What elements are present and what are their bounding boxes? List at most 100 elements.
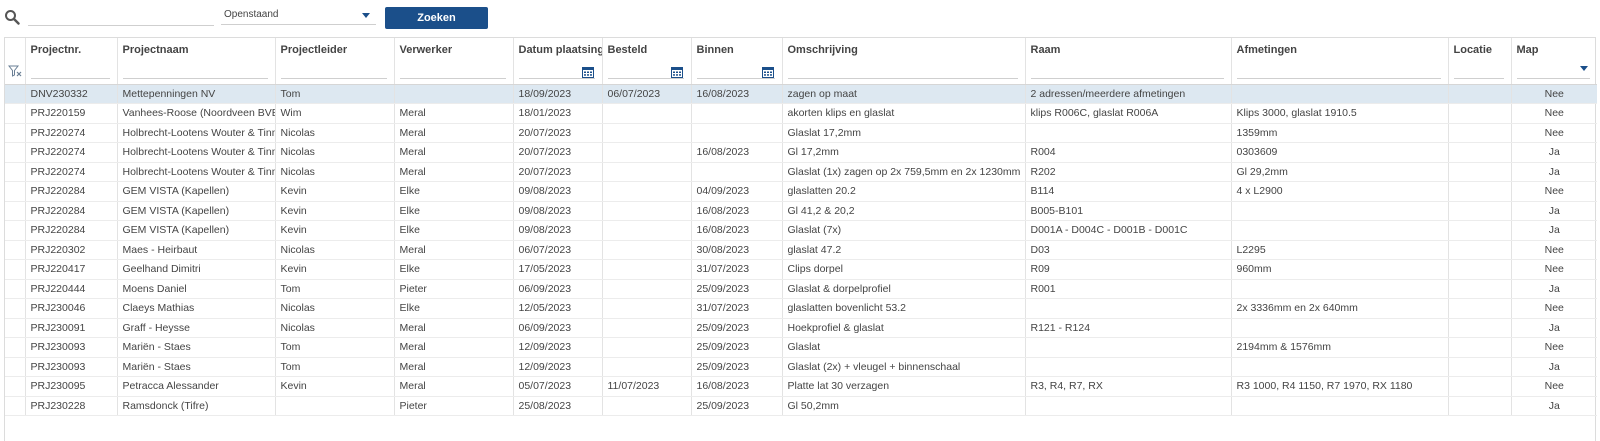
calendar-icon[interactable] [761, 66, 774, 78]
table-cell-projectnr: PRJ230093 [25, 357, 118, 377]
column-filter-input[interactable] [518, 77, 595, 79]
row-indicator-cell [5, 84, 26, 104]
column-header-omschrijving[interactable]: Omschrijving [782, 38, 1026, 85]
table-cell-omschrijving: Glaslat 17,2mm [782, 123, 1026, 143]
column-header-map[interactable]: Map [1511, 38, 1597, 85]
table-row[interactable]: PRJ230095 Petracca Alessander Kevin Meral 05… [5, 376, 1597, 397]
table-cell-besteld [602, 123, 692, 143]
column-header-raam[interactable]: Raam [1025, 38, 1232, 85]
column-filter-input[interactable] [787, 77, 1018, 79]
table-cell-verwerker: Meral [394, 376, 514, 397]
column-filter-input[interactable] [280, 77, 387, 79]
table-cell-projectleider: Tom [275, 279, 395, 299]
table-cell-binnen: 25/09/2023 [691, 337, 783, 358]
table-cell-binnen: 25/09/2023 [691, 279, 783, 299]
column-header-label: Map [1516, 44, 1539, 56]
row-indicator-cell [5, 259, 26, 280]
table-cell-map: Ja [1511, 279, 1597, 299]
column-header-projectleider[interactable]: Projectleider [275, 38, 395, 85]
table-row[interactable]: PRJ230046 Claeys Mathias Nicolas Elke 12/05/… [5, 298, 1597, 319]
table-cell-binnen: 25/09/2023 [691, 318, 783, 338]
table-cell-projectnaam: Vanhees-Roose (Noordveen BVBA) [117, 103, 276, 124]
table-cell-binnen: 31/07/2023 [691, 259, 783, 280]
table-row[interactable]: PRJ220274 Holbrecht-Lootens Wouter & Tin n… [5, 142, 1597, 163]
table-cell-besteld: 11/07/2023 [602, 376, 692, 397]
table-cell-projectnaam: Claeys Mathias [117, 298, 276, 319]
table-cell-projectnaam: Holbrecht-Lootens Wouter & Tinneke [117, 162, 276, 182]
column-header-projectnr[interactable]: Projectnr. [25, 38, 118, 85]
table-row[interactable]: PRJ220159 Vanhees-Roose (Noordveen BVBA) W… [5, 103, 1597, 124]
table-cell-map: Ja [1511, 201, 1597, 221]
table-cell-besteld: 06/07/2023 [602, 84, 692, 104]
table-cell-map: Ja [1511, 396, 1597, 416]
chevron-down-icon[interactable] [1580, 65, 1588, 71]
table-cell-afmetingen: 2x 3336mm en 2x 640mm [1231, 298, 1449, 319]
column-filter-input[interactable] [1516, 77, 1590, 79]
row-indicator-cell [5, 240, 26, 260]
table-cell-projectleider: Nicolas [275, 318, 395, 338]
column-header-label: Raam [1030, 44, 1061, 56]
table-cell-binnen: 30/08/2023 [691, 240, 783, 260]
table-cell-besteld [602, 396, 692, 416]
column-filter-input[interactable] [399, 77, 506, 79]
project-grid: Projectnr. Projectnaam Projectleider Verwer… [4, 37, 1597, 441]
calendar-icon[interactable] [670, 66, 683, 78]
clear-filter-icon[interactable] [8, 65, 23, 78]
table-row[interactable]: DNV230332 Mettepenningen NV Tom 18/09/2023 0… [5, 84, 1597, 104]
table-cell-raam: D001A - D004C - D001B - D001C [1025, 220, 1232, 241]
table-row[interactable]: PRJ220302 Maes - Heirbaut Nicolas Meral 06/0… [5, 240, 1597, 260]
table-cell-datum-plaatsing: 17/05/2023 [513, 259, 603, 280]
column-filter-input[interactable] [1236, 77, 1441, 79]
table-row[interactable]: PRJ220274 Holbrecht-Lootens Wouter & Tin n… [5, 162, 1597, 182]
table-cell-besteld [602, 240, 692, 260]
table-row[interactable]: PRJ220284 GEM VISTA (Kapellen) Kevin Elke 09… [5, 220, 1597, 241]
table-cell-datum-plaatsing: 20/07/2023 [513, 123, 603, 143]
column-filter-input[interactable] [30, 77, 110, 79]
table-row[interactable]: PRJ220444 Moens Daniel Tom Pieter 06/09/2023… [5, 279, 1597, 299]
column-filter-input[interactable] [122, 77, 268, 79]
table-row[interactable]: PRJ230091 Graff - Heysse Nicolas Meral 06/09… [5, 318, 1597, 338]
table-cell-omschrijving: akorten klips en glaslat [782, 103, 1026, 124]
row-indicator-cell [5, 396, 26, 416]
column-header-binnen[interactable]: Binnen [691, 38, 783, 85]
table-row[interactable]: PRJ220417 Geelhand Dimitri Kevin Elke 17/05/… [5, 259, 1597, 280]
column-header-besteld[interactable]: Besteld [602, 38, 692, 85]
table-row[interactable]: PRJ230093 Mariën - Staes Tom Meral 12/09/202… [5, 357, 1597, 377]
table-cell-projectleider: Kevin [275, 181, 395, 202]
table-cell-besteld [602, 259, 692, 280]
table-cell-verwerker: Meral [394, 240, 514, 260]
table-cell-afmetingen: 0303609 [1231, 142, 1449, 163]
column-filter-input[interactable] [607, 77, 684, 79]
column-filter-input[interactable] [1453, 77, 1504, 79]
column-filter-input[interactable] [1030, 77, 1224, 79]
column-header-locatie[interactable]: Locatie [1448, 38, 1512, 85]
column-header-label: Projectleider [280, 44, 348, 56]
table-row[interactable]: PRJ220284 GEM VISTA (Kapellen) Kevin Elke 09… [5, 181, 1597, 202]
table-row[interactable]: PRJ220274 Holbrecht-Lootens Wouter & Tin n… [5, 123, 1597, 143]
table-cell-projectnaam: Mettepenningen NV [117, 84, 276, 104]
search-input[interactable] [28, 8, 214, 26]
column-header-label: Projectnaam [122, 44, 189, 56]
table-cell-binnen: 16/08/2023 [691, 142, 783, 163]
column-header-verwerker[interactable]: Verwerker [394, 38, 514, 85]
calendar-icon[interactable] [581, 66, 594, 78]
table-cell-map: Nee [1511, 298, 1597, 319]
table-cell-raam: R004 [1025, 142, 1232, 163]
column-header-projectnaam[interactable]: Projectnaam [117, 38, 276, 85]
table-row[interactable]: PRJ230228 Ramsdonck (Tifre) Pieter 25/08/20… [5, 396, 1597, 416]
column-filter-input[interactable] [696, 77, 775, 79]
table-row[interactable]: PRJ230093 Mariën - Staes Tom Meral 12/09/202… [5, 337, 1597, 358]
table-cell-verwerker: Meral [394, 357, 514, 377]
search-icon[interactable] [4, 9, 20, 25]
table-cell-projectleider: Wim [275, 103, 395, 124]
table-row[interactable]: PRJ220284 GEM VISTA (Kapellen) Kevin Elke 09… [5, 201, 1597, 221]
table-cell-locatie [1448, 181, 1512, 202]
table-cell-verwerker: Meral [394, 142, 514, 163]
status-select[interactable]: Openstaand [221, 6, 376, 25]
table-cell-besteld [602, 357, 692, 377]
column-header-afmetingen[interactable]: Afmetingen [1231, 38, 1449, 85]
search-button[interactable]: Zoeken [385, 7, 488, 29]
column-header-datum-plaatsing[interactable]: Datum plaatsing [513, 38, 603, 85]
table-cell-projectnaam: Petracca Alessander [117, 376, 276, 397]
table-cell-projectnaam: Holbrecht-Lootens Wouter & Tinneke [117, 123, 276, 143]
